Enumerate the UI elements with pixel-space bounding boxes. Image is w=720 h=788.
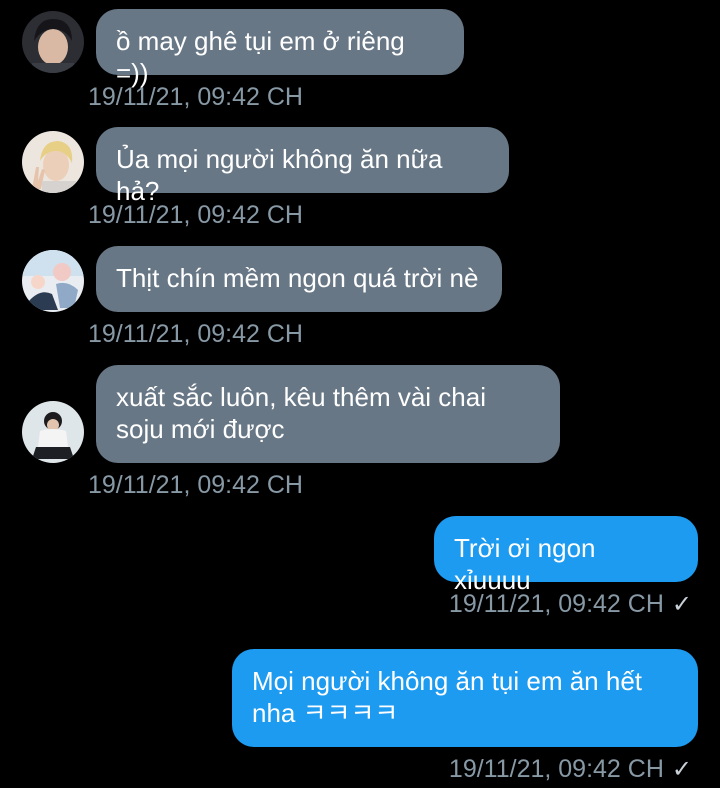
message-bubble[interactable]: ồ may ghê tụi em ở riêng =)) <box>96 9 464 88</box>
avatar-dark-hair-icon <box>22 11 84 73</box>
message-bubble[interactable]: Mọi người không ăn tụi em ăn hết nha ㅋㅋㅋ… <box>232 649 698 747</box>
message-bubble[interactable]: Ủa mọi người không ăn nữa hả? <box>96 127 509 206</box>
timestamp-text: 19/11/21, 09:42 CH <box>88 201 303 229</box>
avatar[interactable] <box>22 250 84 312</box>
avatar-sitting-figure-icon <box>22 401 84 463</box>
timestamp-text: 19/11/21, 09:42 CH <box>448 590 664 618</box>
timestamp-text: 19/11/21, 09:42 CH <box>88 471 303 499</box>
avatar[interactable] <box>22 131 84 193</box>
avatar[interactable] <box>22 11 84 73</box>
avatar-pastel-scene-icon <box>22 250 84 312</box>
message-timestamp: 19/11/21, 09:42 CH <box>88 470 303 500</box>
message-timestamp: 19/11/21, 09:42 CH <box>88 82 303 112</box>
message-timestamp: 19/11/21, 09:42 CH <box>88 200 303 230</box>
avatar[interactable] <box>22 401 84 463</box>
timestamp-text: 19/11/21, 09:42 CH <box>88 83 303 111</box>
message-timestamp: 19/11/21, 09:42 CH <box>88 319 303 349</box>
message-thread: ồ may ghê tụi em ở riêng =)) 19/11/21, 0… <box>0 0 720 788</box>
avatar-blond-peace-sign-icon <box>22 131 84 193</box>
check-icon: ✓ <box>671 591 692 618</box>
message-timestamp: 19/11/21, 09:42 CH ✓ <box>449 589 692 620</box>
message-bubble[interactable]: xuất sắc luôn, kêu thêm vài chai soju mớ… <box>96 365 560 463</box>
timestamp-text: 19/11/21, 09:42 CH <box>88 320 303 348</box>
message-bubble[interactable]: Thịt chín mềm ngon quá trời nè <box>96 246 502 312</box>
check-icon: ✓ <box>671 756 692 783</box>
message-timestamp: 19/11/21, 09:42 CH ✓ <box>449 754 692 785</box>
timestamp-text: 19/11/21, 09:42 CH <box>448 755 664 783</box>
message-bubble[interactable]: Trời ơi ngon xỉuuuu <box>434 516 698 595</box>
